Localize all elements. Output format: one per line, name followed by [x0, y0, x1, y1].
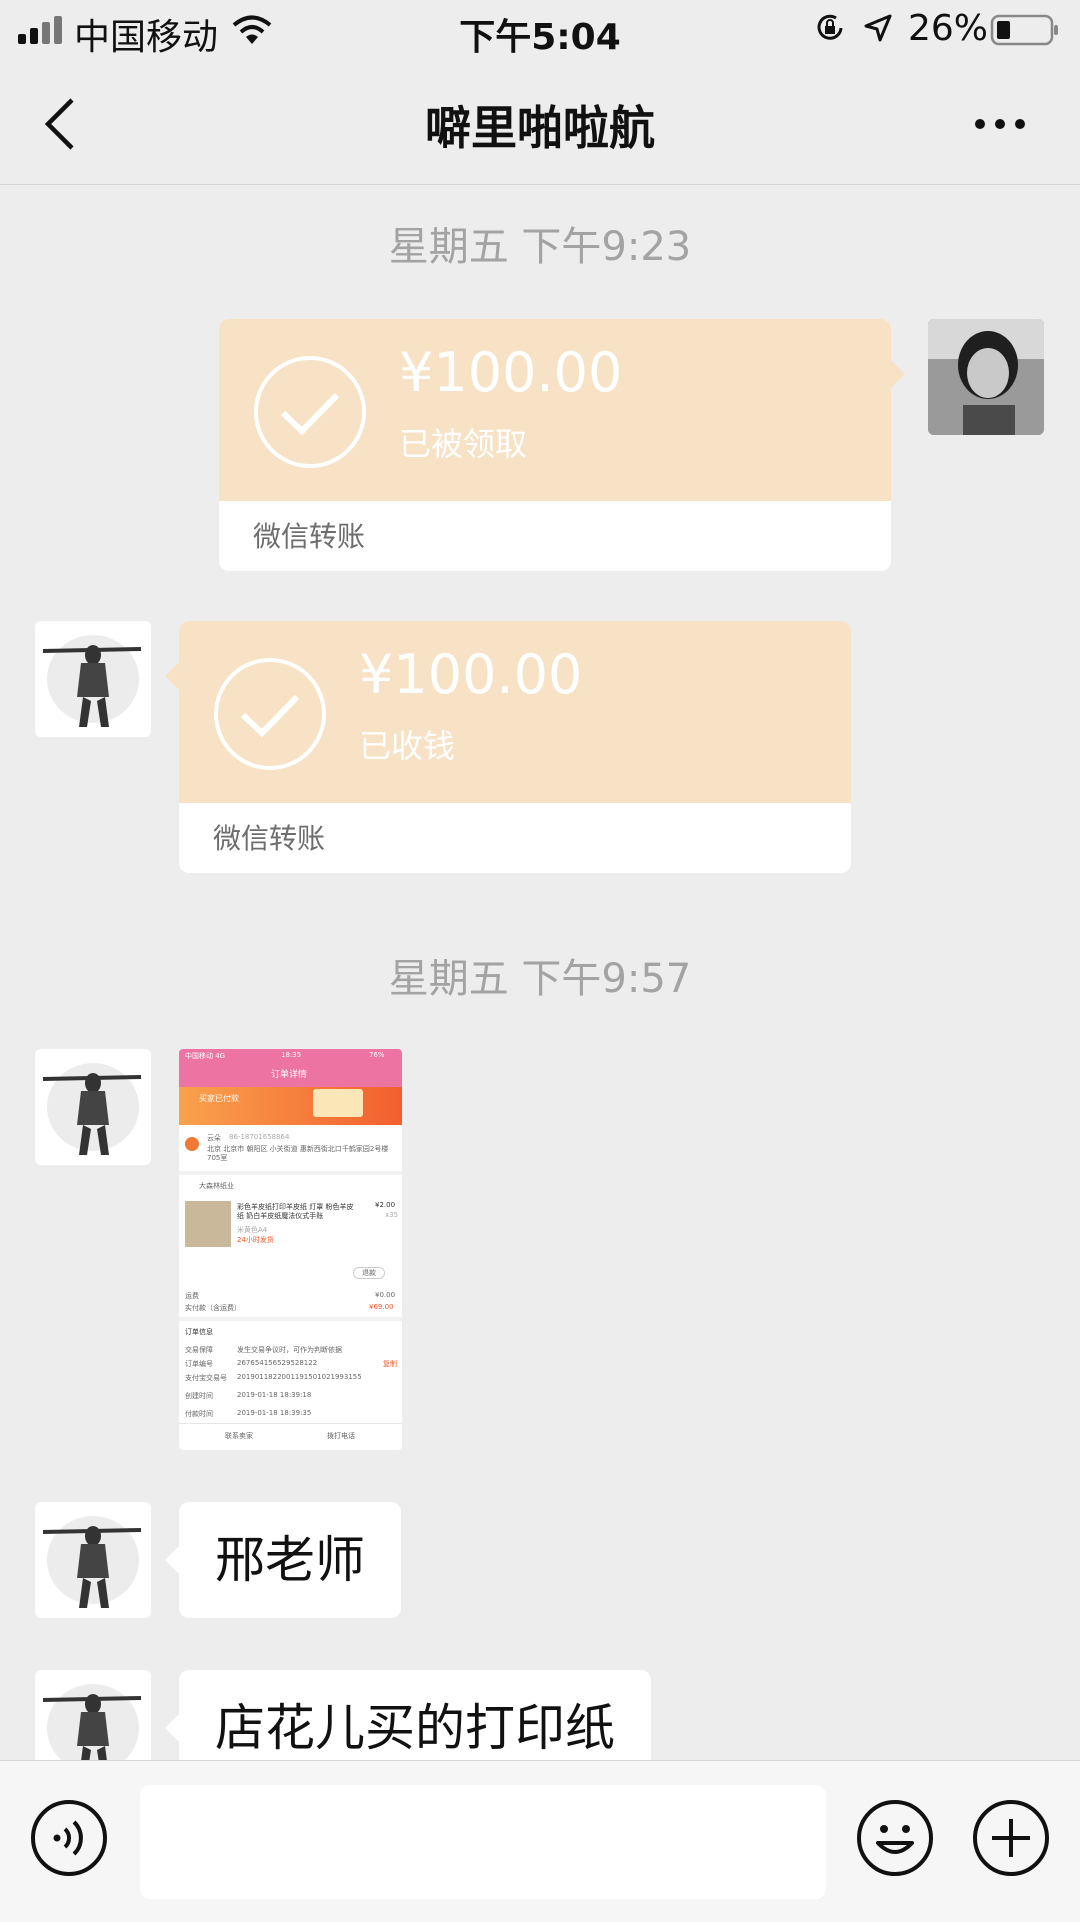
bubble-tail	[165, 1546, 179, 1574]
battery-percent: 26%	[908, 8, 989, 49]
shot-qty: x35	[385, 1211, 399, 1219]
shot-row-label: 付款时间	[185, 1410, 213, 1418]
transfer-footer: 微信转账	[253, 520, 366, 553]
shot-phone: 86-18701658864	[229, 1133, 290, 1141]
figure-image	[42, 1063, 142, 1155]
shot-refund: 退款	[353, 1267, 385, 1279]
shot-paid-text: 买家已付款	[199, 1094, 239, 1103]
shot-row-value: 2019011822001191501021993155	[237, 1373, 362, 1381]
figure-image	[42, 1516, 142, 1608]
figure-image	[42, 635, 142, 727]
transfer-status: 已被领取	[399, 425, 528, 463]
transfer-card-received[interactable]: ¥100.00 已收钱 微信转账	[179, 621, 851, 873]
shot-time: 18:35	[281, 1051, 302, 1059]
shot-row-label: 订单编号	[185, 1360, 213, 1368]
order-screenshot-image[interactable]: 中国移动 4G 18:35 76% 订单详情 买家已付款 云朵 86-18701…	[179, 1049, 402, 1450]
avatar-contact[interactable]	[35, 621, 151, 737]
transfer-card-sent[interactable]: ¥100.00 已被领取 微信转账	[219, 319, 891, 571]
shot-divider	[179, 1317, 402, 1321]
shot-address: 北京 北京市 朝阳区 小关街道 惠新西街北口千鹤家园2号楼705室	[207, 1145, 389, 1162]
shot-shop: 大森林纸业	[199, 1182, 234, 1190]
transfer-status: 已收钱	[359, 727, 456, 765]
time-stamp: 星期五 下午9:57	[388, 956, 692, 1002]
bubble-tail	[165, 662, 179, 690]
shot-product-thumb	[185, 1201, 231, 1247]
chat-title: 噼里啪啦航	[425, 101, 655, 155]
shot-shipping: ¥0.00	[375, 1291, 396, 1299]
shot-copy: 复制	[383, 1360, 397, 1368]
avatar-contact[interactable]	[35, 1049, 151, 1165]
bubble-tail	[891, 360, 905, 388]
time-stamp: 星期五 下午9:23	[388, 224, 692, 270]
shot-row-value: 267654156529528122	[237, 1359, 318, 1367]
battery-icon	[990, 14, 1058, 46]
checkmark-circle-icon	[214, 658, 326, 770]
shot-paid-label: 实付款（含运费）	[185, 1304, 241, 1312]
shot-divider	[179, 1423, 402, 1424]
shot-location-icon	[185, 1137, 199, 1151]
rotation-lock-icon	[817, 14, 843, 40]
input-bar	[0, 1760, 1080, 1922]
avatar-me[interactable]	[928, 319, 1044, 435]
shot-call: 拨打电话	[327, 1432, 355, 1440]
shot-row-label: 支付宝交易号	[185, 1374, 227, 1382]
shot-divider	[179, 1171, 402, 1175]
portrait-image	[928, 319, 1044, 435]
more-dots-icon[interactable]	[970, 114, 1030, 134]
shot-paid-banner: 买家已付款	[179, 1087, 402, 1125]
shot-spec: 米黄色A4	[237, 1226, 268, 1234]
location-arrow-icon	[864, 14, 892, 42]
shot-name: 云朵	[207, 1134, 221, 1142]
shot-battery: 76%	[369, 1051, 385, 1059]
shot-status: 中国移动 4G	[185, 1052, 226, 1060]
shot-row-label: 创建时间	[185, 1392, 213, 1400]
shot-contact: 联系卖家	[225, 1432, 253, 1440]
voice-icon[interactable]	[30, 1799, 108, 1877]
shot-row-value: 发生交易争议时，可作为判断依据	[237, 1346, 342, 1354]
shot-row-value: 2019-01-18 18:39:18	[237, 1391, 312, 1399]
plus-icon[interactable]	[972, 1799, 1050, 1877]
message-input[interactable]	[140, 1785, 826, 1899]
checkmark-circle-icon	[254, 356, 366, 468]
shot-tag: 24小时发货	[237, 1236, 274, 1244]
status-bar: 中国移动 下午5:04 26%	[0, 0, 1080, 60]
shot-row-value: 2019-01-18 18:39:35	[237, 1409, 312, 1417]
shot-row-label: 交易保障	[185, 1346, 213, 1354]
emoji-icon[interactable]	[856, 1799, 934, 1877]
shot-shipping-label: 运费	[185, 1292, 199, 1300]
chat-header: 噼里啪啦航	[0, 60, 1080, 185]
shot-info-title: 订单信息	[185, 1328, 213, 1336]
text-message-bubble[interactable]: 邢老师	[179, 1502, 401, 1618]
avatar-contact[interactable]	[35, 1502, 151, 1618]
transfer-amount: ¥100.00	[359, 643, 583, 706]
shot-price: ¥2.00	[375, 1201, 396, 1209]
shot-title: 订单详情	[271, 1070, 308, 1080]
shot-header: 中国移动 4G 18:35 76% 订单详情	[179, 1049, 402, 1087]
shot-box-graphic	[313, 1089, 363, 1117]
bubble-tail	[165, 1714, 179, 1742]
transfer-footer: 微信转账	[213, 822, 326, 855]
shot-paid: ¥69.00	[369, 1303, 394, 1311]
shot-product: 彩色羊皮纸打印羊皮纸 灯罩 粉色羊皮纸 奶白羊皮纸魔法仪式手账	[237, 1203, 354, 1220]
transfer-amount: ¥100.00	[399, 341, 623, 404]
